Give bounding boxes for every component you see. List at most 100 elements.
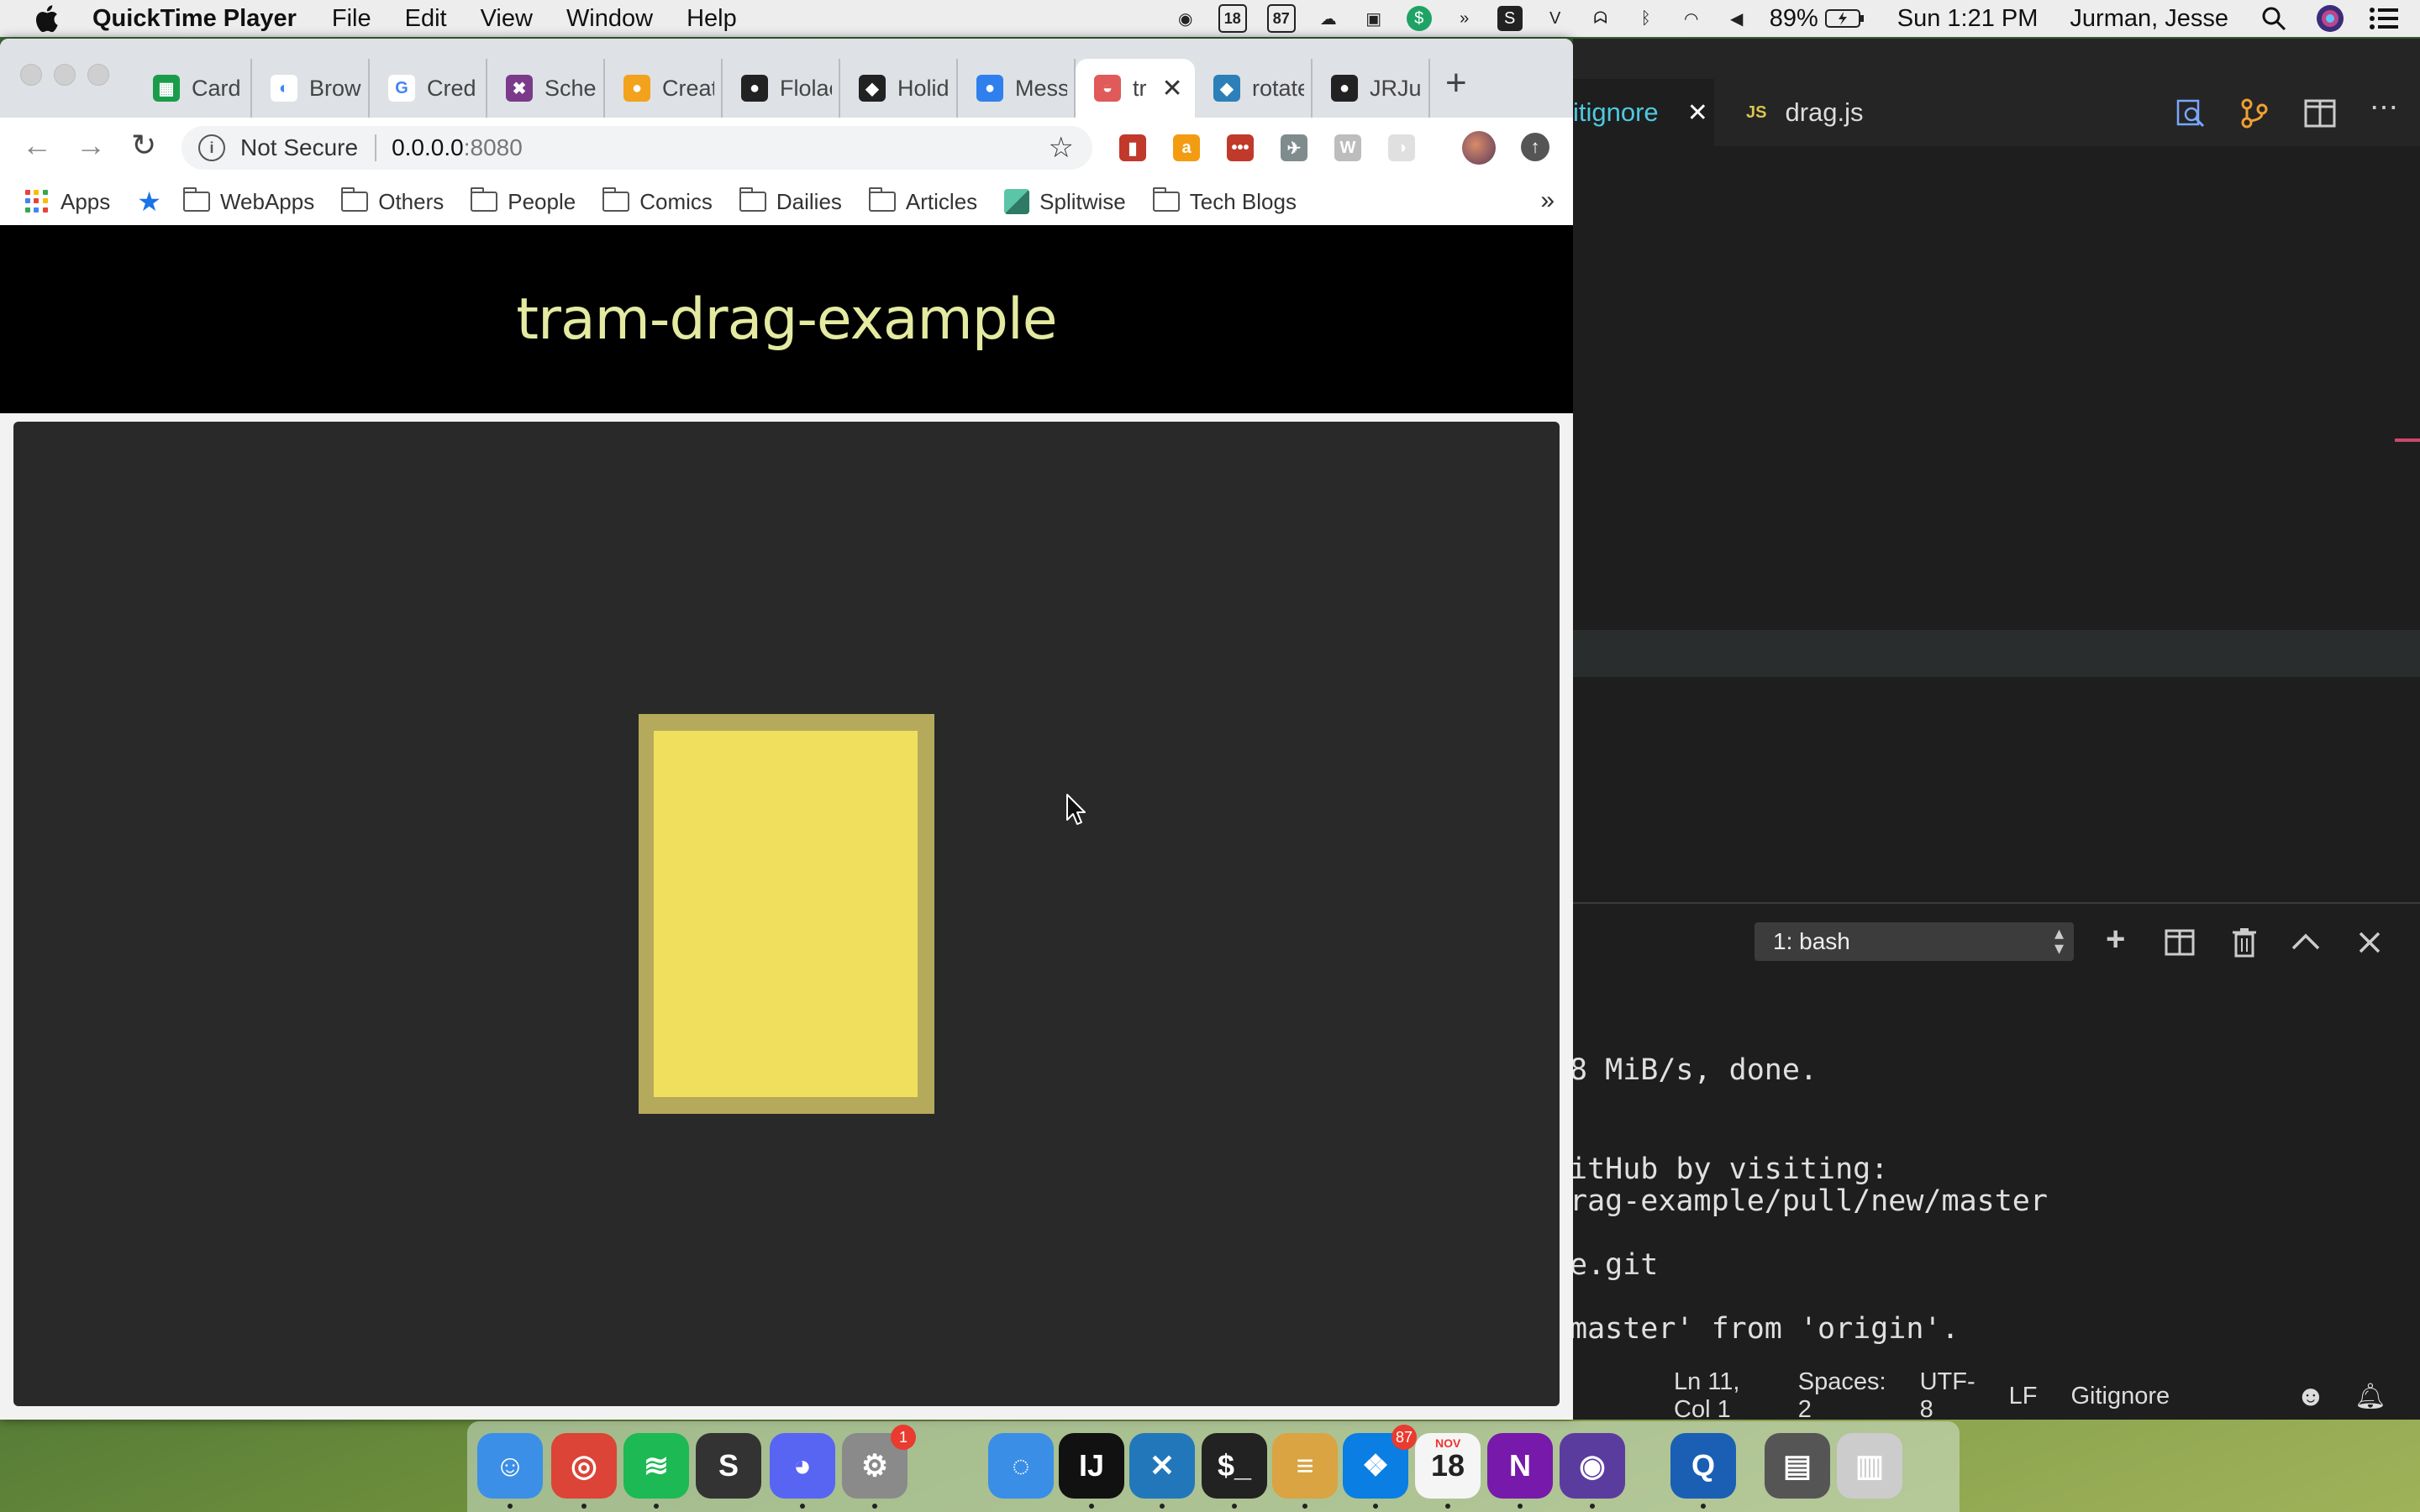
bookmark-folder-comics[interactable]: Comics (602, 187, 713, 215)
cursor-position[interactable]: Ln 11, Col 1 (1674, 1368, 1765, 1420)
screen-icon[interactable]: ▣ (1361, 6, 1386, 31)
w-extension-icon[interactable]: W (1334, 134, 1361, 161)
dock-printer-icon[interactable]: ▤ (1765, 1433, 1830, 1499)
s-icon[interactable]: S (1497, 6, 1523, 31)
tab-8[interactable]: ◒ tr ✕ (1076, 59, 1195, 118)
amazon-extension-icon[interactable]: a (1173, 134, 1200, 161)
split-terminal-icon[interactable] (2165, 929, 2195, 956)
spotlight-search-icon[interactable] (2260, 5, 2287, 32)
notification-center-icon[interactable] (2370, 7, 2398, 30)
tab-10[interactable]: ● JRJur (1313, 59, 1430, 118)
update-icon[interactable]: ↑ (1521, 133, 1549, 161)
battery-percentage[interactable]: 89% (1770, 5, 1818, 33)
tab-9[interactable]: ◆ rotate (1195, 59, 1313, 118)
bookmark-folder-webapps[interactable]: WebApps (182, 187, 314, 215)
open-changes-icon[interactable] (2175, 97, 2207, 129)
record-icon[interactable]: ◉ (1173, 6, 1198, 31)
bookmark-folder-articles[interactable]: Articles (868, 187, 977, 215)
new-terminal-icon[interactable]: + (2106, 921, 2125, 958)
close-panel-icon[interactable] (2358, 931, 2381, 954)
tab-drag-js[interactable]: JS drag.js (1746, 79, 1864, 146)
tab-5[interactable]: ● Flolac (723, 59, 840, 118)
dock-vscode-icon[interactable]: ✕ (1129, 1433, 1195, 1499)
close-tab-icon[interactable]: ✕ (1162, 74, 1183, 103)
new-tab-button[interactable]: + (1445, 62, 1467, 104)
bookmark-folder-others[interactable]: Others (341, 187, 444, 215)
menu-help[interactable]: Help (687, 5, 737, 33)
maximize-panel-chevron-up-icon[interactable] (2291, 932, 2321, 951)
siri-icon[interactable] (2316, 4, 2344, 33)
bookmarks-overflow-chevron-icon[interactable]: » (1540, 186, 1555, 215)
indentation[interactable]: Spaces: 2 (1798, 1368, 1886, 1420)
tab-gitignore[interactable]: itignore ✕ (1573, 79, 1714, 149)
more-actions-icon[interactable]: ⋯ (2370, 91, 2398, 124)
dock-intellij-icon[interactable]: IJ (1059, 1433, 1124, 1499)
dock-trash-icon[interactable]: ▥ (1837, 1433, 1902, 1499)
menu-file[interactable]: File (332, 5, 371, 33)
forward-arrow-icon[interactable]: → (76, 128, 106, 163)
dock-slides-icon[interactable]: S (696, 1433, 761, 1499)
bookmark-folder-people[interactable]: People (471, 187, 576, 215)
dock-finder-icon[interactable]: ☺ (477, 1433, 543, 1499)
draggable-card-face[interactable] (654, 731, 918, 1097)
feedback-smiley-icon[interactable]: ☻ (2296, 1380, 2326, 1413)
wifi-icon[interactable]: ◠ (1679, 6, 1704, 31)
lastpass-extension-icon[interactable]: ••• (1227, 134, 1254, 161)
encoding[interactable]: UTF-8 (1920, 1368, 1975, 1420)
window-zoom-button[interactable] (87, 64, 109, 86)
arrows-icon[interactable]: » (1452, 6, 1477, 31)
dock-discord-icon[interactable]: ◕ (770, 1433, 835, 1499)
bookmark-folder-tech-blogs[interactable]: Tech Blogs (1152, 187, 1297, 215)
cloud-icon[interactable]: ☁ (1316, 6, 1341, 31)
book-extension-icon[interactable]: ▮ (1119, 134, 1146, 161)
dock-terminal-icon[interactable]: $_ (1202, 1433, 1267, 1499)
tab-2[interactable]: G Cred (370, 59, 487, 118)
editor-area[interactable] (1573, 146, 2420, 902)
calendar-18-icon[interactable]: 18 (1218, 4, 1247, 33)
terminal-selector[interactable]: 1: bash ▴ ▾ (1754, 922, 2074, 961)
dock-onenote-icon[interactable]: N (1487, 1433, 1553, 1499)
menu-edit[interactable]: Edit (405, 5, 447, 33)
git-compare-icon[interactable] (2240, 97, 2269, 129)
gray-extension-icon[interactable]: ◑ (1388, 134, 1415, 161)
tab-0[interactable]: ▦ Card (134, 59, 252, 118)
volume-icon[interactable]: ◀ (1724, 6, 1749, 31)
reload-icon[interactable]: ↻ (131, 128, 156, 163)
dollar-icon[interactable]: $ (1406, 6, 1432, 31)
draggable-card[interactable] (639, 714, 934, 1114)
window-close-button[interactable] (20, 64, 42, 86)
clock[interactable]: Sun 1:21 PM (1897, 5, 2039, 33)
dock-quicktime-icon[interactable]: Q (1670, 1433, 1736, 1499)
bookmark-star-icon[interactable]: ☆ (1049, 131, 1074, 165)
split-editor-icon[interactable] (2304, 99, 2336, 128)
ghost-icon[interactable]: ᗣ (1588, 6, 1613, 31)
bookmark-apps[interactable]: Apps (25, 189, 110, 215)
wing-extension-icon[interactable]: ✈ (1281, 134, 1307, 161)
dock-siri-icon[interactable]: ◉ (1560, 1433, 1625, 1499)
bookmark-folder-dailies[interactable]: Dailies (739, 187, 842, 215)
dock-sequel-icon[interactable]: ≡ (1272, 1433, 1338, 1499)
close-tab-icon[interactable]: ✕ (1687, 98, 1708, 128)
tab-7[interactable]: ● Mess (958, 59, 1076, 118)
counter-87-icon[interactable]: 87 (1266, 4, 1296, 33)
app-name-menu[interactable]: QuickTime Player (92, 5, 297, 33)
trash-terminal-icon[interactable] (2232, 927, 2257, 958)
apple-menu-icon[interactable] (34, 4, 59, 33)
vs-icon[interactable]: V (1543, 6, 1568, 31)
menu-view[interactable]: View (481, 5, 533, 33)
notifications-bell-icon[interactable]: 🔔︎ (2354, 1382, 2386, 1411)
dock-messages-icon[interactable]: ◌ (988, 1433, 1054, 1499)
address-bar[interactable]: i Not Secure 0.0.0.0:8080 ☆ (182, 126, 1092, 170)
user-name[interactable]: Jurman, Jesse (2070, 5, 2228, 33)
dock-chrome-icon[interactable]: ◎ (551, 1433, 617, 1499)
tab-3[interactable]: ✖ Sche (487, 59, 605, 118)
line-ending[interactable]: LF (2009, 1383, 2038, 1410)
terminal-output[interactable]: 8 MiB/s, done. itHub by visiting: rag-ex… (1573, 986, 2420, 1373)
profile-avatar[interactable] (1462, 131, 1496, 165)
tab-4[interactable]: ● Creat (605, 59, 723, 118)
language-mode[interactable]: Gitignore (2070, 1383, 2170, 1410)
dock-spotify-icon[interactable]: ≋ (623, 1433, 689, 1499)
back-arrow-icon[interactable]: ← (22, 128, 52, 163)
battery-icon[interactable] (1824, 8, 1865, 29)
bluetooth-icon[interactable]: ᛒ (1634, 6, 1659, 31)
